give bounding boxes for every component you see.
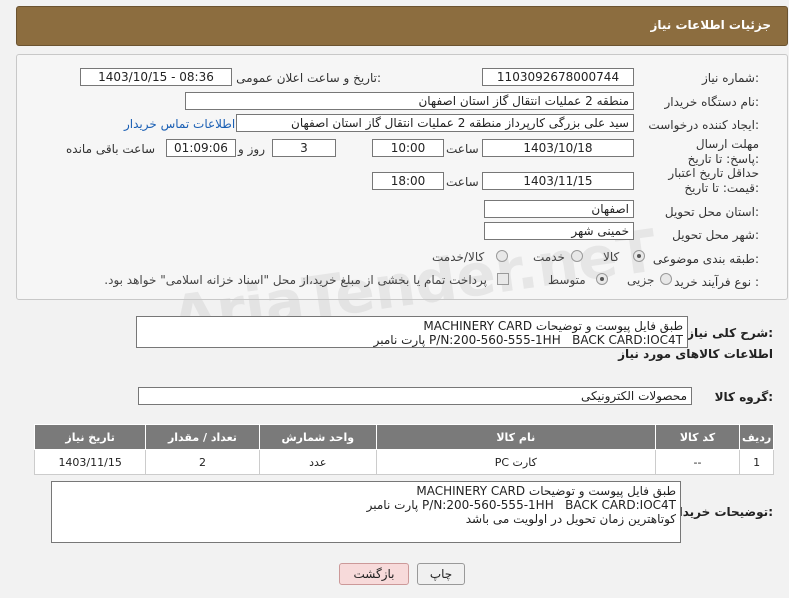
validity-time-field: 18:00 — [372, 172, 444, 190]
col-row: ردیف — [739, 424, 774, 450]
category-label: طبقه بندی موضوعی: — [652, 252, 759, 266]
city-label: شهر محل تحویل: — [672, 228, 759, 242]
buyer-org-field: منطقه 2 عملیات انتقال گاز استان اصفهان — [185, 92, 634, 110]
page-header: جزئیات اطلاعات نیاز — [16, 6, 788, 46]
buyer-contact-link[interactable]: اطلاعات تماس خریدار — [124, 117, 235, 131]
category-both-label: کالا/خدمت — [432, 250, 485, 264]
process-minor-radio[interactable] — [660, 273, 672, 285]
cell-date: 1403/11/15 — [33, 449, 147, 475]
category-service-label: خدمت — [533, 250, 565, 264]
requester-field: سید علی بزرگی کارپرداز منطقه 2 عملیات ان… — [236, 114, 634, 132]
back-button[interactable]: بازگشت — [339, 563, 409, 585]
city-field: خمینی شهر — [484, 222, 634, 240]
deadline-label: مهلت ارسال پاسخ: تا تاریخ: — [687, 137, 759, 166]
category-both-radio[interactable] — [496, 250, 508, 262]
category-service-radio[interactable] — [571, 250, 583, 262]
category-goods-label: کالا — [603, 250, 620, 264]
validity-label: حداقل تاریخ اعتبار قیمت: تا تاریخ: — [668, 166, 759, 195]
summary-text[interactable]: MACHINERY CARD طبق فایل پیوست و توضیحات … — [136, 316, 688, 348]
print-button[interactable]: چاپ — [417, 563, 465, 585]
province-label: استان محل تحویل: — [664, 205, 759, 219]
deadline-time-field: 10:00 — [372, 139, 444, 157]
process-label: نوع فرآیند خرید : — [674, 275, 759, 289]
deadline-days-label: روز و — [238, 142, 265, 156]
deadline-date-field: 1403/10/18 — [482, 139, 634, 157]
col-qty: تعداد / مقدار — [145, 424, 260, 450]
col-date: تاریخ نیاز — [33, 424, 147, 450]
buyer-notes-label: توضیحات خریدار: — [671, 505, 773, 519]
process-medium-radio[interactable] — [596, 273, 608, 285]
goods-info-title: اطلاعات کالاهای مورد نیاز — [618, 347, 773, 361]
cell-code: -- — [654, 449, 741, 475]
table-header-row: ردیف کد کالا نام کالا واحد شمارش تعداد /… — [33, 424, 774, 450]
deadline-days-field: 3 — [272, 139, 336, 157]
buyer-org-label: نام دستگاه خریدار: — [664, 95, 760, 109]
province-field: اصفهان — [484, 200, 634, 218]
col-name: نام کالا — [375, 424, 656, 450]
remaining-time-label: ساعت باقی مانده — [66, 142, 156, 156]
treasury-checkbox[interactable] — [497, 273, 509, 285]
remaining-time-field: 01:09:06 — [166, 139, 236, 157]
items-table: ردیف کد کالا نام کالا واحد شمارش تعداد /… — [33, 424, 774, 475]
process-medium-label: متوسط — [548, 273, 586, 287]
need-number-field: 1103092678000744 — [482, 68, 634, 86]
col-code: کد کالا — [654, 424, 741, 450]
summary-label: شرح کلی نیاز: — [687, 326, 773, 340]
cell-name: کارت PC — [375, 449, 656, 475]
treasury-note: پرداخت تمام یا بخشی از مبلغ خرید،از محل … — [104, 273, 487, 287]
page-title: جزئیات اطلاعات نیاز — [650, 18, 771, 32]
cell-unit: عدد — [258, 449, 377, 475]
buyer-notes-text[interactable]: MACHINERY CARD طبق فایل پیوست و توضیحات … — [51, 481, 681, 543]
validity-date-field: 1403/11/15 — [482, 172, 634, 190]
announce-label: تاریخ و ساعت اعلان عمومی: — [236, 71, 381, 85]
deadline-time-label: ساعت — [446, 142, 479, 156]
goods-group-label: گروه کالا: — [714, 390, 773, 404]
need-number-label: شماره نیاز: — [701, 71, 759, 85]
table-row: 1 -- کارت PC عدد 2 1403/11/15 — [33, 449, 774, 475]
announce-field: 1403/10/15 - 08:36 — [80, 68, 232, 86]
cell-row: 1 — [739, 449, 774, 475]
process-minor-label: جزیی — [627, 273, 655, 287]
validity-time-label: ساعت — [446, 175, 479, 189]
goods-group-field: محصولات الکترونیکی — [138, 387, 692, 405]
category-goods-radio[interactable] — [633, 250, 645, 262]
requester-label: ایجاد کننده درخواست: — [648, 118, 759, 132]
col-unit: واحد شمارش — [258, 424, 377, 450]
cell-qty: 2 — [145, 449, 260, 475]
